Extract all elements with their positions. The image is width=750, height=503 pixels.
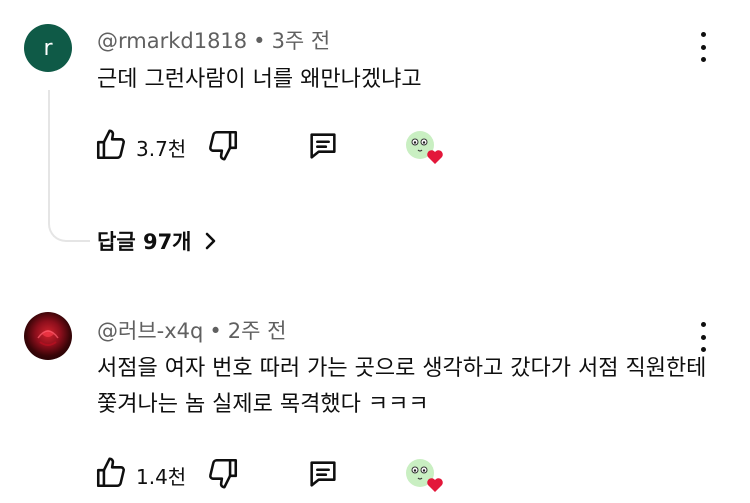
comment-time[interactable]: 2주 전 (228, 319, 287, 343)
dot-icon (700, 322, 706, 327)
comment-text: 서점을 여자 번호 따러 가는 곳으로 생각하고 갔다가 서점 직원한테 쫓겨나… (97, 356, 707, 417)
separator-dot: • (253, 29, 266, 53)
chevron-right-icon (205, 232, 215, 250)
creator-heart-badge (404, 456, 450, 500)
more-options-button[interactable] (694, 322, 712, 352)
rose-avatar-image (37, 330, 59, 346)
author-handle[interactable]: @러브-x4q (97, 319, 203, 343)
reply-comment-icon (310, 133, 336, 159)
comment-actions: 3.7천 (94, 128, 454, 164)
creator-heart-icon (406, 459, 443, 492)
thumbs-up-icon (96, 129, 125, 160)
thread-line (48, 90, 90, 242)
like-count: 1.4천 (136, 465, 187, 489)
comment-2: @러브-x4q • 2주 전 서점을 여자 번호 따러 가는 곳으로 생각하고 갔다… (0, 300, 750, 503)
comment-actions: 1.4천 (94, 456, 454, 492)
reply-comment-icon (310, 461, 336, 487)
thumbs-down-icon (209, 458, 238, 489)
like-count: 3.7천 (136, 137, 187, 161)
comment-text: 근데 그런사람이 너를 왜만나겠냐고 (97, 67, 422, 92)
separator-dot: • (209, 319, 222, 343)
avatar[interactable] (24, 312, 72, 360)
reply-button[interactable] (306, 457, 340, 495)
dot-icon (700, 32, 706, 37)
reply-button[interactable] (306, 129, 340, 167)
author-handle[interactable]: @rmarkd1818 (97, 29, 247, 53)
thumbs-down-icon (209, 130, 238, 161)
view-replies-button[interactable]: 답글 97개 (97, 226, 220, 256)
comment-meta: @러브-x4q • 2주 전 (97, 315, 286, 345)
comment-1: r @rmarkd1818 • 3주 전 근데 그런사람이 너를 왜만나겠냐고 3.… (0, 0, 750, 270)
like-button[interactable] (94, 456, 128, 494)
avatar-letter: r (43, 35, 53, 61)
like-button[interactable] (94, 128, 128, 166)
dislike-button[interactable] (206, 128, 240, 166)
comment-time[interactable]: 3주 전 (272, 29, 331, 53)
creator-heart-icon (406, 131, 443, 164)
replies-label: 답글 97개 (97, 230, 192, 254)
dot-icon (700, 44, 706, 50)
dot-icon (700, 334, 706, 340)
thumbs-up-icon (96, 457, 125, 488)
avatar[interactable]: r (24, 24, 72, 72)
dislike-button[interactable] (206, 456, 240, 494)
comment-meta: @rmarkd1818 • 3주 전 (97, 25, 330, 55)
creator-heart-badge (404, 128, 450, 172)
more-options-button[interactable] (694, 32, 712, 62)
